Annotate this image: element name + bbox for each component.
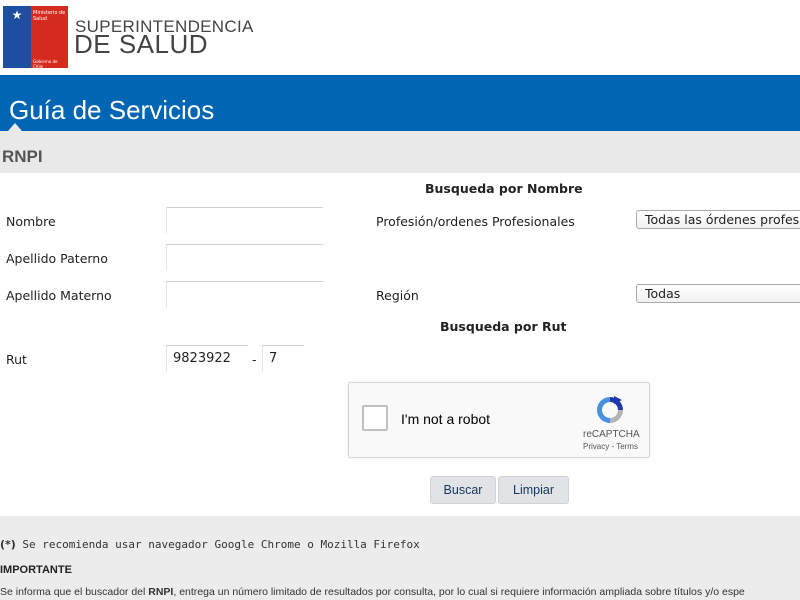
region-select[interactable]: Todas [636, 284, 800, 303]
rut-dv-input[interactable] [262, 345, 304, 371]
recaptcha-checkbox[interactable] [362, 405, 388, 431]
section-title: RNPI [2, 147, 43, 166]
apellido-materno-input[interactable] [166, 281, 323, 307]
banner: Guía de Servicios [0, 75, 800, 131]
region-label: Región [376, 288, 419, 303]
recaptcha-label: I'm not a robot [401, 411, 491, 427]
profesion-label: Profesión/ordenes Profesionales [376, 214, 575, 229]
rut-separator: - [252, 352, 257, 367]
recaptcha-widget: I'm not a robot reCAPTCHA Privacy - Term… [348, 382, 650, 458]
clear-button[interactable]: Limpiar [498, 476, 569, 504]
info-suffix: , entrega un número limitado de resultad… [173, 586, 745, 598]
apellido-paterno-input[interactable] [166, 244, 323, 270]
rut-number-input[interactable] [166, 345, 248, 371]
profesion-select[interactable]: Todas las órdenes profesio [636, 210, 800, 229]
brand-line-2: DE SALUD [74, 29, 209, 59]
nombre-label: Nombre [6, 214, 56, 229]
recaptcha-logo-icon [597, 396, 623, 423]
apellido-materno-label: Apellido Materno [6, 288, 112, 303]
rut-search-heading: Busqueda por Rut [440, 319, 567, 334]
name-search-heading: Busqueda por Nombre [425, 181, 583, 196]
ministry-logo[interactable]: ★ Ministerio de Salud Gobierno de Chile [3, 6, 68, 68]
star-icon: ★ [11, 8, 23, 22]
search-form: Busqueda por Nombre Nombre Profesión/ord… [0, 173, 800, 516]
banner-title: Guía de Servicios [9, 95, 215, 125]
asterisk-note: (*) [0, 538, 16, 551]
recommendation-text: Se recomienda usar navegador Google Chro… [15, 538, 420, 551]
footer-notes: (*) Se recomienda usar navegador Google … [0, 516, 800, 600]
banner-pointer [8, 123, 22, 131]
recaptcha-brand: reCAPTCHA [583, 429, 640, 440]
site-header: ★ Ministerio de Salud Gobierno de Chile … [0, 0, 800, 75]
info-bold: RNPI [148, 586, 174, 598]
government-label: Gobierno de Chile [33, 59, 58, 68]
browser-recommendation: (*) Se recomienda usar navegador Google … [0, 538, 420, 551]
info-text: Se informa que el buscador del RNPI, ent… [0, 586, 745, 598]
section-header: RNPI [0, 131, 800, 173]
search-button[interactable]: Buscar [430, 476, 496, 504]
apellido-paterno-label: Apellido Paterno [6, 251, 108, 266]
recaptcha-links[interactable]: Privacy - Terms [583, 442, 638, 451]
important-heading: IMPORTANTE [0, 564, 72, 576]
ministry-label: Ministerio de Salud [33, 10, 66, 22]
nombre-input[interactable] [166, 207, 323, 233]
info-prefix: Se informa que el buscador del [0, 586, 149, 598]
rut-label: Rut [6, 352, 27, 367]
